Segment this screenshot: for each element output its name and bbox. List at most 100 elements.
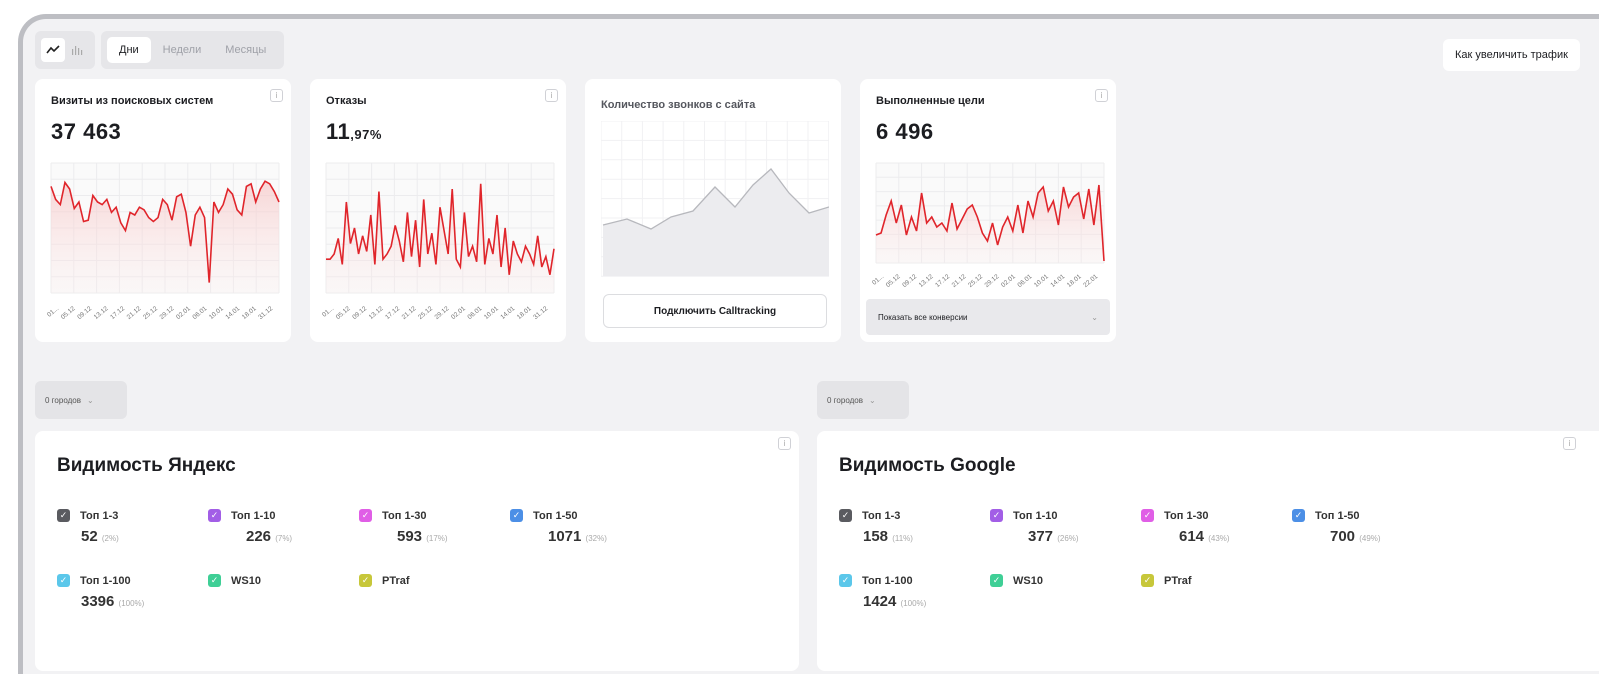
visibility-metric: ✓ Топ 1-30 614 (43%)	[1141, 509, 1281, 545]
checkbox-icon[interactable]: ✓	[208, 574, 221, 587]
metric-toggle[interactable]: ✓ WS10	[208, 574, 348, 587]
metric-value: 700 (49%)	[1330, 528, 1381, 545]
cities-dropdown-yandex[interactable]: 0 городов ⌄	[35, 381, 127, 419]
x-tick-label: 31.12	[532, 305, 549, 321]
app-window: Дни Недели Месяцы Как увеличить трафик В…	[18, 14, 1599, 674]
x-tick-label: 09.12	[351, 305, 368, 321]
metric-value: 226 (7%)	[246, 528, 293, 545]
metric-value: 614 (43%)	[1179, 528, 1230, 545]
checkbox-icon[interactable]: ✓	[1292, 509, 1305, 522]
info-icon[interactable]: i	[778, 437, 791, 450]
metric-toggle[interactable]: ✓ WS10	[990, 574, 1130, 587]
visibility-metric: ✓ Топ 1-50 700 (49%)	[1292, 509, 1432, 545]
x-tick-label: 02.01	[450, 305, 467, 321]
checkbox-icon[interactable]: ✓	[1141, 509, 1154, 522]
x-tick-label: 25.12	[417, 305, 434, 321]
tab-days[interactable]: Дни	[107, 37, 151, 63]
checkbox-icon[interactable]: ✓	[359, 509, 372, 522]
checkbox-icon[interactable]: ✓	[208, 509, 221, 522]
metric-toggle[interactable]: ✓ Топ 1-100	[839, 574, 979, 587]
checkbox-icon[interactable]: ✓	[57, 574, 70, 587]
info-icon[interactable]: i	[1095, 89, 1108, 102]
chart-type-switch	[35, 31, 95, 69]
visibility-metric: ✓ PTraf	[1141, 574, 1281, 587]
cities-label: 0 городов	[45, 395, 81, 405]
line-chart-icon[interactable]	[41, 38, 65, 62]
x-tick-label: 01...	[871, 273, 885, 287]
metric-toggle[interactable]: ✓ Топ 1-50	[1292, 509, 1432, 522]
x-tick-label: 18.01	[1066, 273, 1083, 289]
metric-value: 1424 (100%)	[863, 593, 927, 610]
metric-toggle[interactable]: ✓ Топ 1-3	[57, 509, 197, 522]
visibility-metric: ✓ Топ 1-100 3396 (100%)	[57, 574, 197, 610]
x-tick-label: 29.12	[159, 305, 176, 321]
metric-toggle[interactable]: ✓ PTraf	[1141, 574, 1281, 587]
visibility-metric: ✓ Топ 1-10 226 (7%)	[208, 509, 348, 545]
checkbox-icon[interactable]: ✓	[990, 574, 1003, 587]
x-tick-label: 21.12	[126, 305, 143, 321]
metric-toggle[interactable]: ✓ PTraf	[359, 574, 499, 587]
x-tick-label: 10.01	[208, 305, 225, 321]
goals-card: Выполненные цели i 6 496 01... 05.12 09.12…	[860, 79, 1116, 342]
metric-label: Топ 1-30	[1164, 509, 1209, 522]
x-tick-label: 14.01	[224, 305, 241, 321]
checkbox-icon[interactable]: ✓	[839, 574, 852, 587]
x-tick-label: 31.12	[257, 305, 274, 321]
visibility-metric: ✓ Топ 1-100 1424 (100%)	[839, 574, 979, 610]
increase-traffic-button[interactable]: Как увеличить трафик	[1443, 39, 1580, 71]
x-tick-label: 14.01	[1049, 273, 1066, 289]
checkbox-icon[interactable]: ✓	[839, 509, 852, 522]
visibility-google-card: Видимость Google i ✓ Топ 1-3 158 (11%) ✓ Топ…	[817, 431, 1599, 671]
visits-title: Визиты из поисковых систем	[51, 95, 214, 107]
checkbox-icon[interactable]: ✓	[359, 574, 372, 587]
info-icon[interactable]: i	[270, 89, 283, 102]
bounces-title: Отказы	[326, 95, 367, 107]
tab-weeks[interactable]: Недели	[151, 37, 214, 63]
checkbox-icon[interactable]: ✓	[990, 509, 1003, 522]
tab-months[interactable]: Месяцы	[213, 37, 278, 63]
metric-toggle[interactable]: ✓ Топ 1-3	[839, 509, 979, 522]
metric-value: 377 (26%)	[1028, 528, 1079, 545]
metric-value: 3396 (100%)	[81, 593, 145, 610]
metric-value: 52 (2%)	[81, 528, 119, 545]
info-icon[interactable]: i	[545, 89, 558, 102]
metric-toggle[interactable]: ✓ Топ 1-30	[1141, 509, 1281, 522]
x-tick-label: 06.01	[1016, 273, 1033, 289]
visits-card: Визиты из поисковых систем i 37 463 01..…	[35, 79, 291, 342]
visibility-google-title: Видимость Google	[839, 455, 1016, 476]
checkbox-icon[interactable]: ✓	[1141, 574, 1154, 587]
bar-chart-icon[interactable]	[65, 38, 89, 62]
metric-label: WS10	[1013, 574, 1043, 587]
metric-label: Топ 1-50	[533, 509, 578, 522]
metric-toggle[interactable]: ✓ Топ 1-100	[57, 574, 197, 587]
cities-label: 0 городов	[827, 395, 863, 405]
goals-chart: 01... 05.12 09.12 13.12 17.12 21.12 25.12 29.12…	[871, 162, 1105, 289]
metric-label: Топ 1-3	[862, 509, 901, 522]
x-tick-label: 01...	[321, 305, 335, 319]
x-tick-label: 14.01	[499, 305, 516, 321]
bounces-value: 11,97%	[326, 119, 382, 144]
x-tick-label: 02.01	[175, 305, 192, 321]
x-tick-label: 17.12	[384, 305, 401, 321]
checkbox-icon[interactable]: ✓	[510, 509, 523, 522]
x-tick-label: 06.01	[191, 305, 208, 321]
x-tick-label: 09.12	[76, 305, 93, 321]
metric-toggle[interactable]: ✓ Топ 1-10	[208, 509, 348, 522]
goals-title: Выполненные цели	[876, 95, 985, 107]
cities-dropdown-google[interactable]: 0 городов ⌄	[817, 381, 909, 419]
show-conversions-dropdown[interactable]: Показать все конверсии ⌄	[866, 299, 1110, 335]
checkbox-icon[interactable]: ✓	[57, 509, 70, 522]
metric-toggle[interactable]: ✓ Топ 1-10	[990, 509, 1130, 522]
x-tick-label: 05.12	[335, 305, 352, 321]
bounces-chart: 01... 05.12 09.12 13.12 17.12 21.12 25.12 29.12…	[321, 162, 555, 321]
visibility-metric: ✓ Топ 1-3 52 (2%)	[57, 509, 197, 545]
info-icon[interactable]: i	[1563, 437, 1576, 450]
x-tick-label: 13.12	[93, 305, 110, 321]
connect-calltracking-button[interactable]: Подключить Calltracking	[603, 294, 827, 328]
metric-value: 1071 (32%)	[548, 528, 607, 545]
metric-label: Топ 1-10	[1013, 509, 1058, 522]
visibility-metric: ✓ Топ 1-30 593 (17%)	[359, 509, 499, 545]
x-tick-label: 05.12	[60, 305, 77, 321]
metric-toggle[interactable]: ✓ Топ 1-30	[359, 509, 499, 522]
metric-toggle[interactable]: ✓ Топ 1-50	[510, 509, 650, 522]
